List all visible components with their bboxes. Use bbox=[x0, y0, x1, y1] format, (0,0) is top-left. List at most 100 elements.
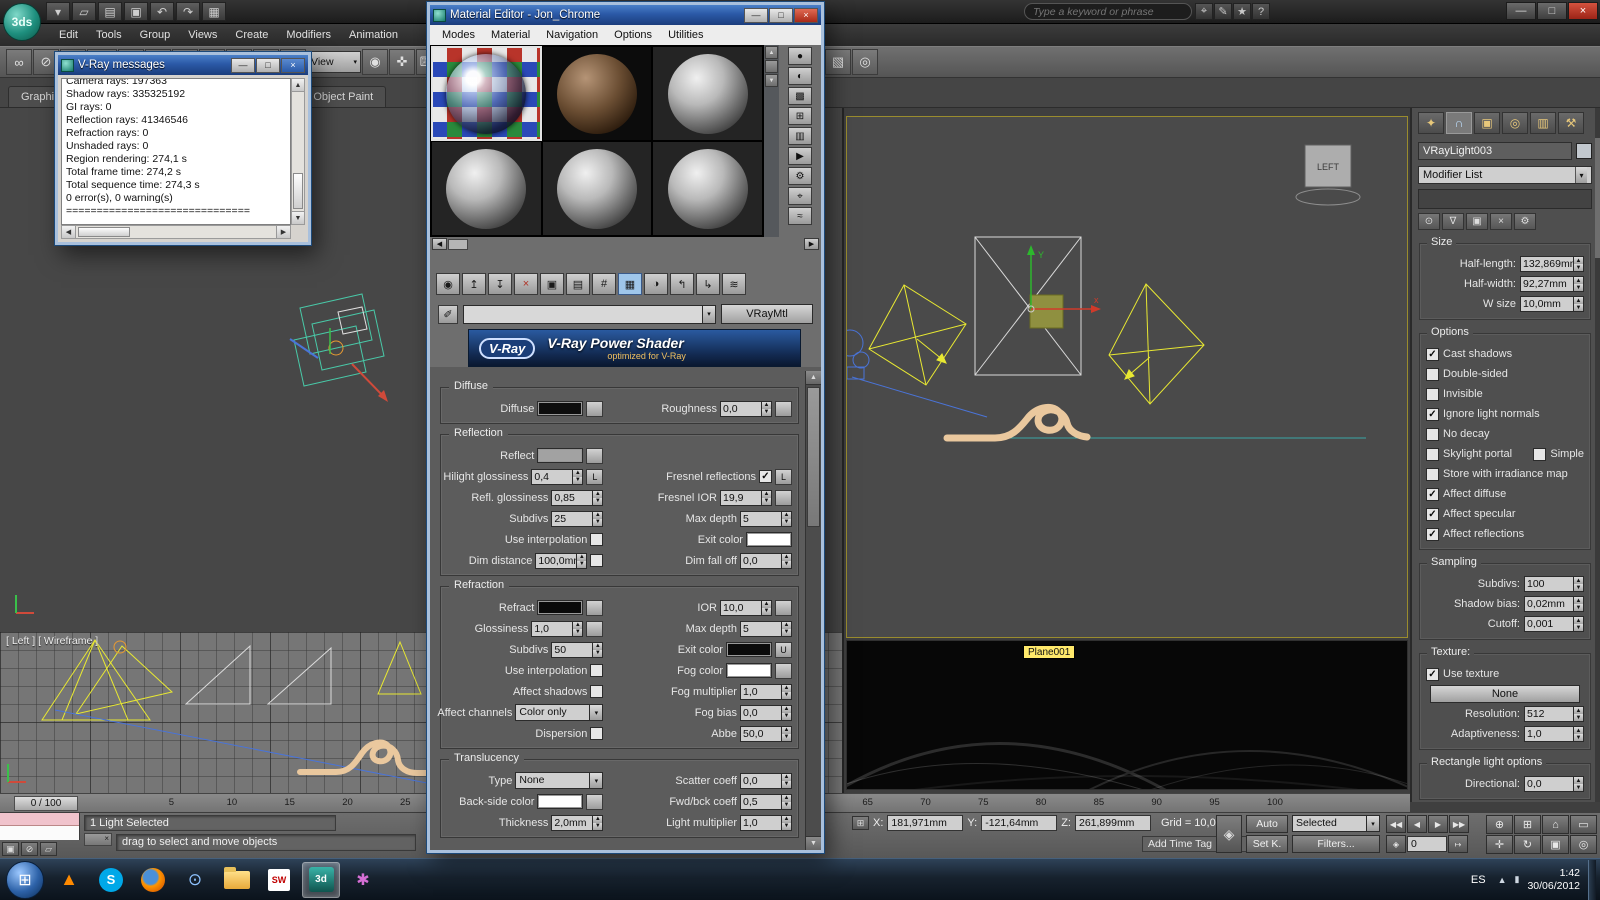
sampling-subdivs-field[interactable]: 100 ▲ ▼ bbox=[1524, 576, 1584, 592]
scroll-down-icon[interactable]: ▼ bbox=[765, 74, 778, 87]
scroll-right-icon[interactable]: ▶ bbox=[276, 226, 290, 238]
y-coordinate-field[interactable]: -121,64mm bbox=[981, 815, 1058, 831]
refraction-subdivs-field[interactable]: 50 ▲ ▼ bbox=[551, 641, 604, 658]
spin-down-icon[interactable]: ▼ bbox=[781, 712, 791, 720]
menu-item-edit[interactable]: Edit bbox=[50, 26, 87, 44]
material-editor-options-icon[interactable]: ⚙ bbox=[788, 167, 812, 185]
light-multiplier-field[interactable]: 1,0 ▲ ▼ bbox=[739, 814, 792, 831]
viewport-label[interactable]: [ Left ] [ Wireframe ] bbox=[6, 635, 98, 647]
plane-object[interactable] bbox=[943, 403, 1091, 442]
scroll-down-icon[interactable]: ▼ bbox=[806, 836, 821, 850]
tab-display[interactable]: ▥ bbox=[1530, 112, 1556, 134]
spin-down-icon[interactable]: ▼ bbox=[1574, 624, 1583, 631]
go-to-start-icon[interactable]: ◀◀ bbox=[1386, 815, 1406, 833]
spin-down-icon[interactable]: ▼ bbox=[781, 733, 791, 741]
spin-up-icon[interactable]: ▲ bbox=[781, 621, 791, 629]
reflection-interpolation-checkbox[interactable] bbox=[590, 533, 604, 546]
fresnel-reflections-checkbox[interactable]: ✓ bbox=[758, 470, 772, 483]
tab-hierarchy[interactable]: ▣ bbox=[1474, 112, 1500, 134]
material-id-channel-icon[interactable]: # bbox=[592, 273, 616, 295]
shadow-bias-field[interactable]: 0,02mm ▲ ▼ bbox=[1524, 596, 1584, 612]
sample-horizontal-scrollbar[interactable]: ◀ ▶ bbox=[430, 237, 821, 251]
vertical-scrollbar[interactable]: ▲ ▼ bbox=[291, 78, 305, 225]
spinner-arrows[interactable]: ▲ ▼ bbox=[1573, 597, 1583, 611]
spin-up-icon[interactable]: ▲ bbox=[1574, 597, 1583, 604]
help-icon[interactable]: ? bbox=[1252, 3, 1270, 20]
next-frame-icon[interactable]: ↦ bbox=[1448, 835, 1468, 853]
spin-up-icon[interactable]: ▲ bbox=[761, 401, 771, 409]
vray-rectangle-light[interactable] bbox=[974, 236, 1082, 376]
render-viewport[interactable]: Plane001 bbox=[846, 640, 1408, 790]
orbit-icon[interactable]: ↻ bbox=[1514, 835, 1541, 854]
spin-up-icon[interactable]: ▲ bbox=[1574, 707, 1583, 714]
vray-light-right[interactable] bbox=[1108, 283, 1205, 405]
macro-recorder-line[interactable] bbox=[0, 813, 79, 826]
redo-icon[interactable]: ↷ bbox=[176, 2, 200, 21]
spin-down-icon[interactable]: ▼ bbox=[1574, 734, 1583, 741]
spinner-arrows[interactable]: ▲ ▼ bbox=[780, 726, 791, 741]
spin-down-icon[interactable]: ▼ bbox=[781, 518, 791, 526]
put-to-library-icon[interactable]: ▤ bbox=[566, 273, 590, 295]
taskbar-3dsmax[interactable]: 3d bbox=[302, 861, 340, 898]
favorites-icon[interactable]: ★ bbox=[1233, 3, 1251, 20]
maximize-button[interactable]: □ bbox=[1537, 2, 1567, 20]
ior-map-button[interactable] bbox=[774, 599, 792, 616]
ignore-light-normals-checkbox[interactable]: ✓ bbox=[1426, 407, 1439, 421]
sample-uv-tiling-icon[interactable]: ⊞ bbox=[788, 107, 812, 125]
spin-down-icon[interactable]: ▼ bbox=[1574, 784, 1583, 791]
refract-color-swatch[interactable] bbox=[537, 600, 584, 615]
undo-icon[interactable]: ↶ bbox=[150, 2, 174, 21]
affect-channels-dropdown[interactable]: Color only ▾ bbox=[515, 704, 604, 721]
maximize-button[interactable]: □ bbox=[769, 7, 793, 23]
spin-down-icon[interactable]: ▼ bbox=[761, 497, 771, 505]
reflection-exit-color-swatch[interactable] bbox=[745, 532, 792, 547]
taskbar-solidworks[interactable]: SW bbox=[260, 862, 298, 898]
spinner-arrows[interactable]: ▲ ▼ bbox=[1573, 257, 1583, 271]
skylight-portal-checkbox[interactable] bbox=[1426, 447, 1439, 461]
sample-slot[interactable] bbox=[541, 141, 653, 236]
make-unique-icon[interactable]: ▣ bbox=[1466, 213, 1488, 230]
spinner-arrows[interactable]: ▲ ▼ bbox=[780, 553, 791, 568]
fog-color-swatch[interactable] bbox=[725, 663, 772, 678]
listener-line[interactable] bbox=[0, 826, 79, 840]
isolate-selection-icon[interactable]: ▣ bbox=[2, 842, 19, 856]
spin-up-icon[interactable]: ▲ bbox=[781, 794, 791, 802]
spinner-arrows[interactable]: ▲ ▼ bbox=[780, 705, 791, 720]
back-side-color-map-button[interactable] bbox=[586, 793, 604, 810]
video-color-check-icon[interactable]: ▥ bbox=[788, 127, 812, 145]
spinner-arrows[interactable]: ▲ ▼ bbox=[760, 401, 771, 416]
selection-set-dropdown[interactable]: Selected ▾ bbox=[1292, 815, 1380, 832]
scroll-left-icon[interactable]: ◀ bbox=[62, 226, 76, 238]
save-file-icon[interactable]: ▣ bbox=[124, 2, 148, 21]
show-hidden-icons[interactable]: ▲ bbox=[1498, 875, 1507, 885]
play-icon[interactable]: ▶ bbox=[1428, 815, 1448, 833]
rollout-title[interactable]: Reflection bbox=[449, 427, 508, 439]
spin-down-icon[interactable]: ▼ bbox=[781, 628, 791, 636]
pick-material-from-object-icon[interactable]: ✐ bbox=[438, 304, 458, 324]
spin-up-icon[interactable]: ▲ bbox=[1574, 727, 1583, 734]
add-time-tag[interactable]: Add Time Tag bbox=[1142, 836, 1262, 852]
show-end-result-icon[interactable]: ◑ bbox=[644, 273, 668, 295]
zoom-region-icon[interactable]: ▭ bbox=[1570, 815, 1597, 834]
spin-down-icon[interactable]: ▼ bbox=[781, 822, 791, 830]
clock[interactable]: 1:42 30/06/2012 bbox=[1527, 867, 1580, 893]
translucency-type-dropdown[interactable]: None ▾ bbox=[515, 772, 604, 789]
maxscript-mini-listener[interactable] bbox=[0, 813, 80, 840]
spin-up-icon[interactable]: ▲ bbox=[761, 600, 771, 608]
spinner-arrows[interactable]: ▲ ▼ bbox=[780, 815, 791, 830]
spin-up-icon[interactable]: ▲ bbox=[593, 511, 603, 519]
diffuse-color-swatch[interactable] bbox=[537, 401, 584, 416]
spin-down-icon[interactable]: ▼ bbox=[1574, 284, 1583, 291]
project-folder-icon[interactable]: ▦ bbox=[202, 2, 226, 21]
select-and-link-icon[interactable]: ∞ bbox=[6, 49, 32, 75]
chevron-down-icon[interactable]: ▾ bbox=[1366, 816, 1379, 831]
half-length-field[interactable]: 132,869mm ▲ ▼ bbox=[1520, 256, 1584, 272]
chevron-down-icon[interactable]: ▾ bbox=[589, 773, 603, 788]
go-to-end-icon[interactable]: ▶▶ bbox=[1449, 815, 1469, 833]
tab-modify[interactable]: ∩ bbox=[1446, 112, 1472, 134]
rollout-scrollbar[interactable]: ▲ ▼ bbox=[805, 371, 821, 850]
show-desktop-button[interactable] bbox=[1588, 859, 1596, 900]
spin-down-icon[interactable]: ▼ bbox=[573, 476, 583, 484]
spin-up-icon[interactable]: ▲ bbox=[1574, 297, 1583, 304]
affect-shadows-checkbox[interactable] bbox=[590, 685, 604, 698]
